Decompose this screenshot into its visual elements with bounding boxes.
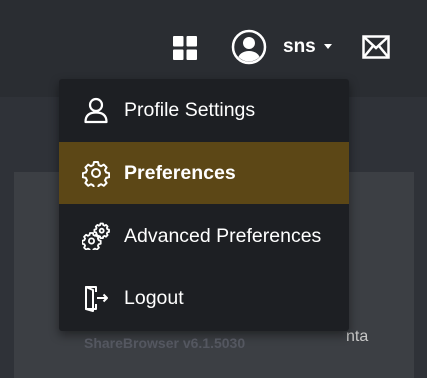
- menu-item-advanced-preferences[interactable]: Advanced Preferences: [59, 205, 349, 267]
- caret-down-icon[interactable]: [324, 44, 332, 49]
- logout-door-icon: [85, 286, 108, 312]
- user-avatar-icon[interactable]: [231, 29, 267, 65]
- background-text-fragment: nta: [346, 328, 369, 345]
- menu-item-preferences[interactable]: Preferences: [59, 142, 349, 204]
- user-profile-icon: [84, 97, 108, 124]
- apps-grid-icon[interactable]: [173, 36, 197, 60]
- user-name[interactable]: sns: [283, 36, 316, 58]
- menu-item-label: Logout: [124, 286, 184, 309]
- version-text: ShareBrowser v6.1.5030: [84, 335, 246, 351]
- user-dropdown-menu: Profile Settings Preferences Advanced Pr…: [59, 79, 349, 351]
- menu-item-label: Profile Settings: [124, 98, 256, 121]
- mail-icon[interactable]: [362, 35, 390, 59]
- menu-item-label: Advanced Preferences: [124, 224, 322, 247]
- menu-item-profile-settings[interactable]: Profile Settings: [59, 79, 349, 141]
- menu-item-logout[interactable]: Logout: [59, 267, 349, 329]
- gear-icon: [82, 161, 110, 187]
- menu-item-label: Preferences: [124, 161, 236, 184]
- gears-icon: [82, 222, 110, 250]
